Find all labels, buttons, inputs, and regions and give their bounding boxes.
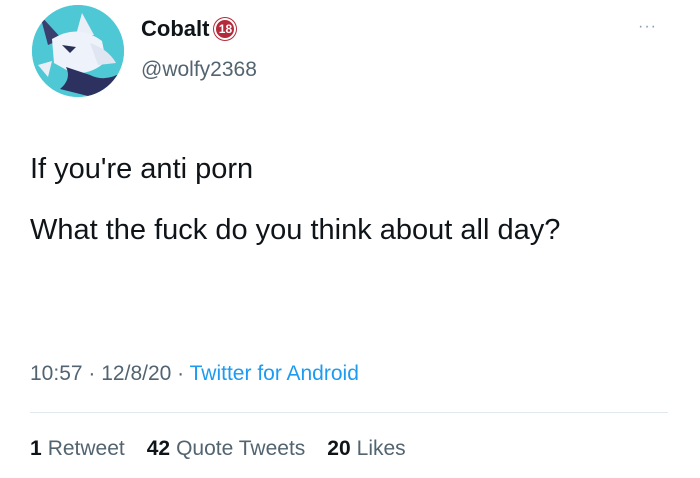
tweet-date[interactable]: 12/8/20 bbox=[101, 362, 171, 385]
author-handle[interactable]: @wolfy2368 bbox=[141, 58, 257, 82]
tweet-stats: 1 Retweet 42 Quote Tweets 20 Likes bbox=[30, 437, 406, 461]
stat-count: 1 bbox=[30, 437, 42, 460]
avatar[interactable] bbox=[32, 5, 124, 97]
stat-count: 20 bbox=[327, 437, 351, 460]
tweet-line: What the fuck do you think about all day… bbox=[30, 214, 561, 246]
stat-label: Quote Tweets bbox=[176, 437, 306, 460]
meta-separator: · bbox=[177, 362, 185, 385]
tweet-metadata: 10:57 · 12/8/20 · Twitter for Android bbox=[30, 362, 359, 386]
author-name-row: Cobalt 18 bbox=[141, 16, 237, 42]
tweet-body: If you're anti porn What the fuck do you… bbox=[30, 150, 650, 249]
more-options-icon[interactable]: ··· bbox=[638, 18, 657, 36]
stat-label: Likes bbox=[356, 437, 406, 460]
meta-separator: · bbox=[88, 362, 96, 385]
stat-label: Retweet bbox=[47, 437, 125, 460]
tweet-source-link[interactable]: Twitter for Android bbox=[190, 362, 359, 385]
stat-count: 42 bbox=[146, 437, 171, 460]
age-18-badge-icon: 18 bbox=[214, 18, 237, 40]
like-count[interactable]: 20 Likes bbox=[327, 437, 405, 461]
tweet-card: Cobalt 18 @wolfy2368 ··· If you're anti … bbox=[0, 0, 700, 478]
quote-tweet-count[interactable]: 42 Quote Tweets bbox=[147, 437, 306, 461]
retweet-count[interactable]: 1 Retweet bbox=[30, 437, 125, 461]
author-display-name[interactable]: Cobalt bbox=[141, 16, 209, 42]
tweet-time[interactable]: 10:57 bbox=[30, 362, 83, 385]
divider bbox=[30, 412, 668, 413]
wolf-avatar-icon bbox=[32, 5, 124, 97]
tweet-line: If you're anti porn bbox=[30, 153, 254, 185]
